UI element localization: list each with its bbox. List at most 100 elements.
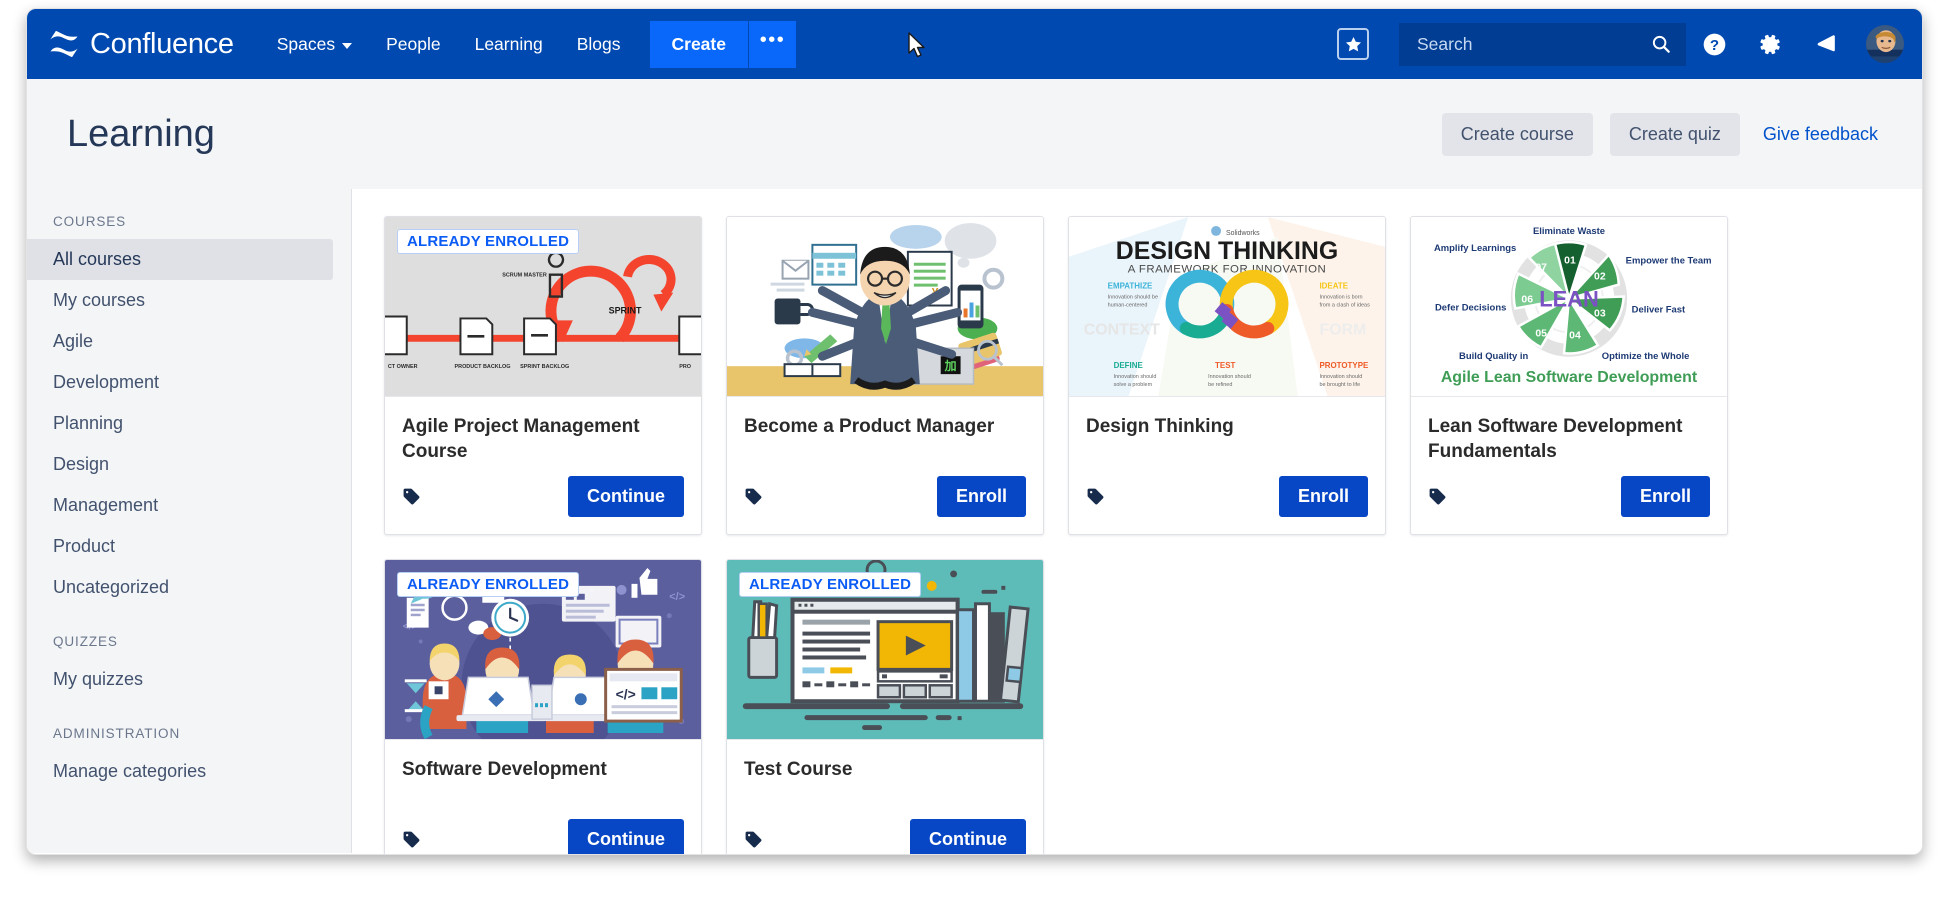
course-thumbnail-agile: ALREADY ENROLLED SPRINT SCRUM MASTER CT … (385, 217, 701, 397)
sidebar-section-title-administration: ADMINISTRATION (53, 726, 181, 741)
avatar-image (1866, 25, 1904, 63)
tag-icon (1087, 488, 1104, 505)
nav-item-blogs-label: Blogs (576, 33, 621, 54)
svg-text:human-centered: human-centered (1108, 303, 1148, 309)
create-button[interactable]: Create (649, 20, 748, 68)
svg-text:Innovation should: Innovation should (1208, 374, 1251, 380)
tag-icon (745, 831, 762, 848)
nav-item-blogs[interactable]: Blogs (560, 9, 638, 79)
course-action-button[interactable]: Enroll (936, 476, 1026, 518)
svg-text:A FRAMEWORK FOR INNOVATION: A FRAMEWORK FOR INNOVATION (1128, 264, 1326, 276)
nav-item-people[interactable]: People (369, 9, 458, 79)
course-card[interactable]: ALREADY ENROLLED (384, 216, 702, 536)
sidebar-item-my-courses[interactable]: My courses (27, 280, 333, 321)
card-footer: Enroll (1411, 464, 1727, 534)
header-action-group: Create course Create quiz Give feedback (1441, 112, 1878, 156)
svg-text:LEAN: LEAN (1539, 287, 1599, 312)
course-action-button[interactable]: Enroll (1278, 476, 1368, 518)
svg-text:Optimize the Whole: Optimize the Whole (1602, 351, 1690, 362)
nav-item-people-label: People (386, 33, 441, 54)
search-box[interactable] (1399, 22, 1686, 66)
svg-text:be brought to life: be brought to life (1319, 382, 1360, 388)
course-action-button[interactable]: Continue (568, 819, 684, 854)
course-title: Design Thinking (1086, 416, 1234, 437)
help-button[interactable]: ? (1686, 9, 1742, 79)
tag-icon (403, 831, 420, 848)
app-window: Confluence Spaces People Learning Blogs … (26, 8, 1923, 855)
svg-text:CT OWNER: CT OWNER (388, 364, 418, 370)
svg-text:</>: </> (616, 686, 636, 702)
sidebar-item-product[interactable]: Product (27, 526, 333, 567)
course-thumbnail-design-thinking: Solidworks DESIGN THINKING A FRAMEWORK F… (1069, 217, 1385, 397)
svg-text:</>: </> (669, 591, 685, 603)
svg-text:Innovation is born: Innovation is born (1319, 295, 1362, 301)
course-thumbnail-test-course: ALREADY ENROLLED (727, 560, 1043, 741)
svg-text:Agile Lean Software Developmen: Agile Lean Software Development (1441, 369, 1698, 386)
svg-text:Eliminate Waste: Eliminate Waste (1533, 226, 1605, 237)
sidebar-item-design[interactable]: Design (27, 444, 333, 485)
chevron-down-icon (342, 42, 353, 49)
card-footer: Enroll (727, 464, 1043, 534)
create-button-group: Create ••• (649, 20, 796, 68)
megaphone-icon (1817, 34, 1835, 51)
sidebar-item-management[interactable]: Management (27, 485, 333, 526)
sidebar-item-agile[interactable]: Agile (27, 321, 333, 362)
sidebar-divider-2 (27, 700, 351, 726)
course-thumbnail-software-development: ALREADY ENROLLED </> </> (385, 560, 701, 741)
svg-text:06: 06 (1521, 295, 1533, 306)
nav-item-spaces[interactable]: Spaces (260, 9, 369, 79)
card-footer: Continue (385, 464, 701, 534)
course-card[interactable]: ALREADY ENROLLED (384, 559, 702, 854)
course-title: Software Development (402, 759, 607, 781)
svg-text:PRODUCT BACKLOG: PRODUCT BACKLOG (454, 364, 510, 370)
svg-text:05: 05 (1535, 328, 1547, 339)
course-title: Agile Project Management Course (402, 416, 640, 463)
course-card[interactable]: 01 02 03 04 05 06 07 LEAN Eliminate Wast… (1410, 216, 1728, 536)
tag-icon (403, 488, 420, 505)
page-title: Learning (67, 112, 215, 155)
status-badge: ALREADY ENROLLED (397, 229, 580, 254)
course-card[interactable]: Solidworks DESIGN THINKING A FRAMEWORK F… (1068, 216, 1386, 536)
notifications-button[interactable] (1798, 9, 1854, 79)
sidebar-item-my-quizzes[interactable]: My quizzes (27, 659, 333, 700)
sidebar-item-manage-categories[interactable]: Manage categories (27, 751, 333, 792)
sidebar-section-title-courses: COURSES (53, 214, 127, 229)
user-avatar[interactable] (1866, 25, 1904, 63)
sidebar-item-all-courses[interactable]: All courses (27, 239, 333, 280)
svg-text:SCRUM MASTER: SCRUM MASTER (502, 273, 547, 279)
confluence-logo-link[interactable]: Confluence (49, 28, 234, 61)
svg-text:?: ? (1709, 37, 1718, 54)
sidebar-item-uncategorized[interactable]: Uncategorized (27, 567, 333, 608)
svg-text:PRO: PRO (679, 364, 692, 370)
card-body: Test Course (727, 740, 1043, 807)
course-action-button[interactable]: Continue (910, 819, 1026, 854)
create-quiz-button[interactable]: Create quiz (1609, 112, 1740, 156)
course-action-button[interactable]: Continue (568, 476, 684, 518)
card-body: Agile Project Management Course (385, 397, 701, 464)
nav-item-learning[interactable]: Learning (458, 9, 560, 79)
star-icon[interactable] (1337, 28, 1369, 60)
card-body: Lean Software Development Fundamentals (1411, 397, 1727, 464)
sidebar-item-planning[interactable]: Planning (27, 403, 333, 444)
page-header: Learning Create course Create quiz Give … (27, 79, 1922, 189)
sidebar-item-development[interactable]: Development (27, 362, 333, 403)
svg-text:Innovation should be: Innovation should be (1108, 295, 1158, 301)
card-footer: Continue (385, 807, 701, 854)
svg-text:Empower the Team: Empower the Team (1626, 256, 1712, 267)
nav-item-learning-label: Learning (474, 33, 543, 54)
create-course-button[interactable]: Create course (1441, 112, 1593, 156)
card-body: Design Thinking (1069, 397, 1385, 464)
settings-button[interactable] (1742, 9, 1798, 79)
create-more-options-button[interactable]: ••• (747, 20, 796, 68)
give-feedback-link[interactable]: Give feedback (1757, 124, 1878, 145)
course-card[interactable]: ALREADY ENROLLED (726, 559, 1044, 854)
course-action-button[interactable]: Enroll (1620, 476, 1710, 518)
svg-text:solve a problem: solve a problem (1114, 382, 1153, 388)
gear-icon (1759, 34, 1780, 54)
search-icon[interactable] (1650, 33, 1672, 55)
svg-text:07: 07 (1535, 263, 1547, 274)
course-card[interactable]: ¥ 加 Become a Product Manager Enroll (726, 216, 1044, 536)
course-title: Become a Product Manager (744, 416, 995, 437)
svg-text:Amplify Learnings: Amplify Learnings (1434, 243, 1516, 254)
search-input[interactable] (1417, 33, 1650, 55)
